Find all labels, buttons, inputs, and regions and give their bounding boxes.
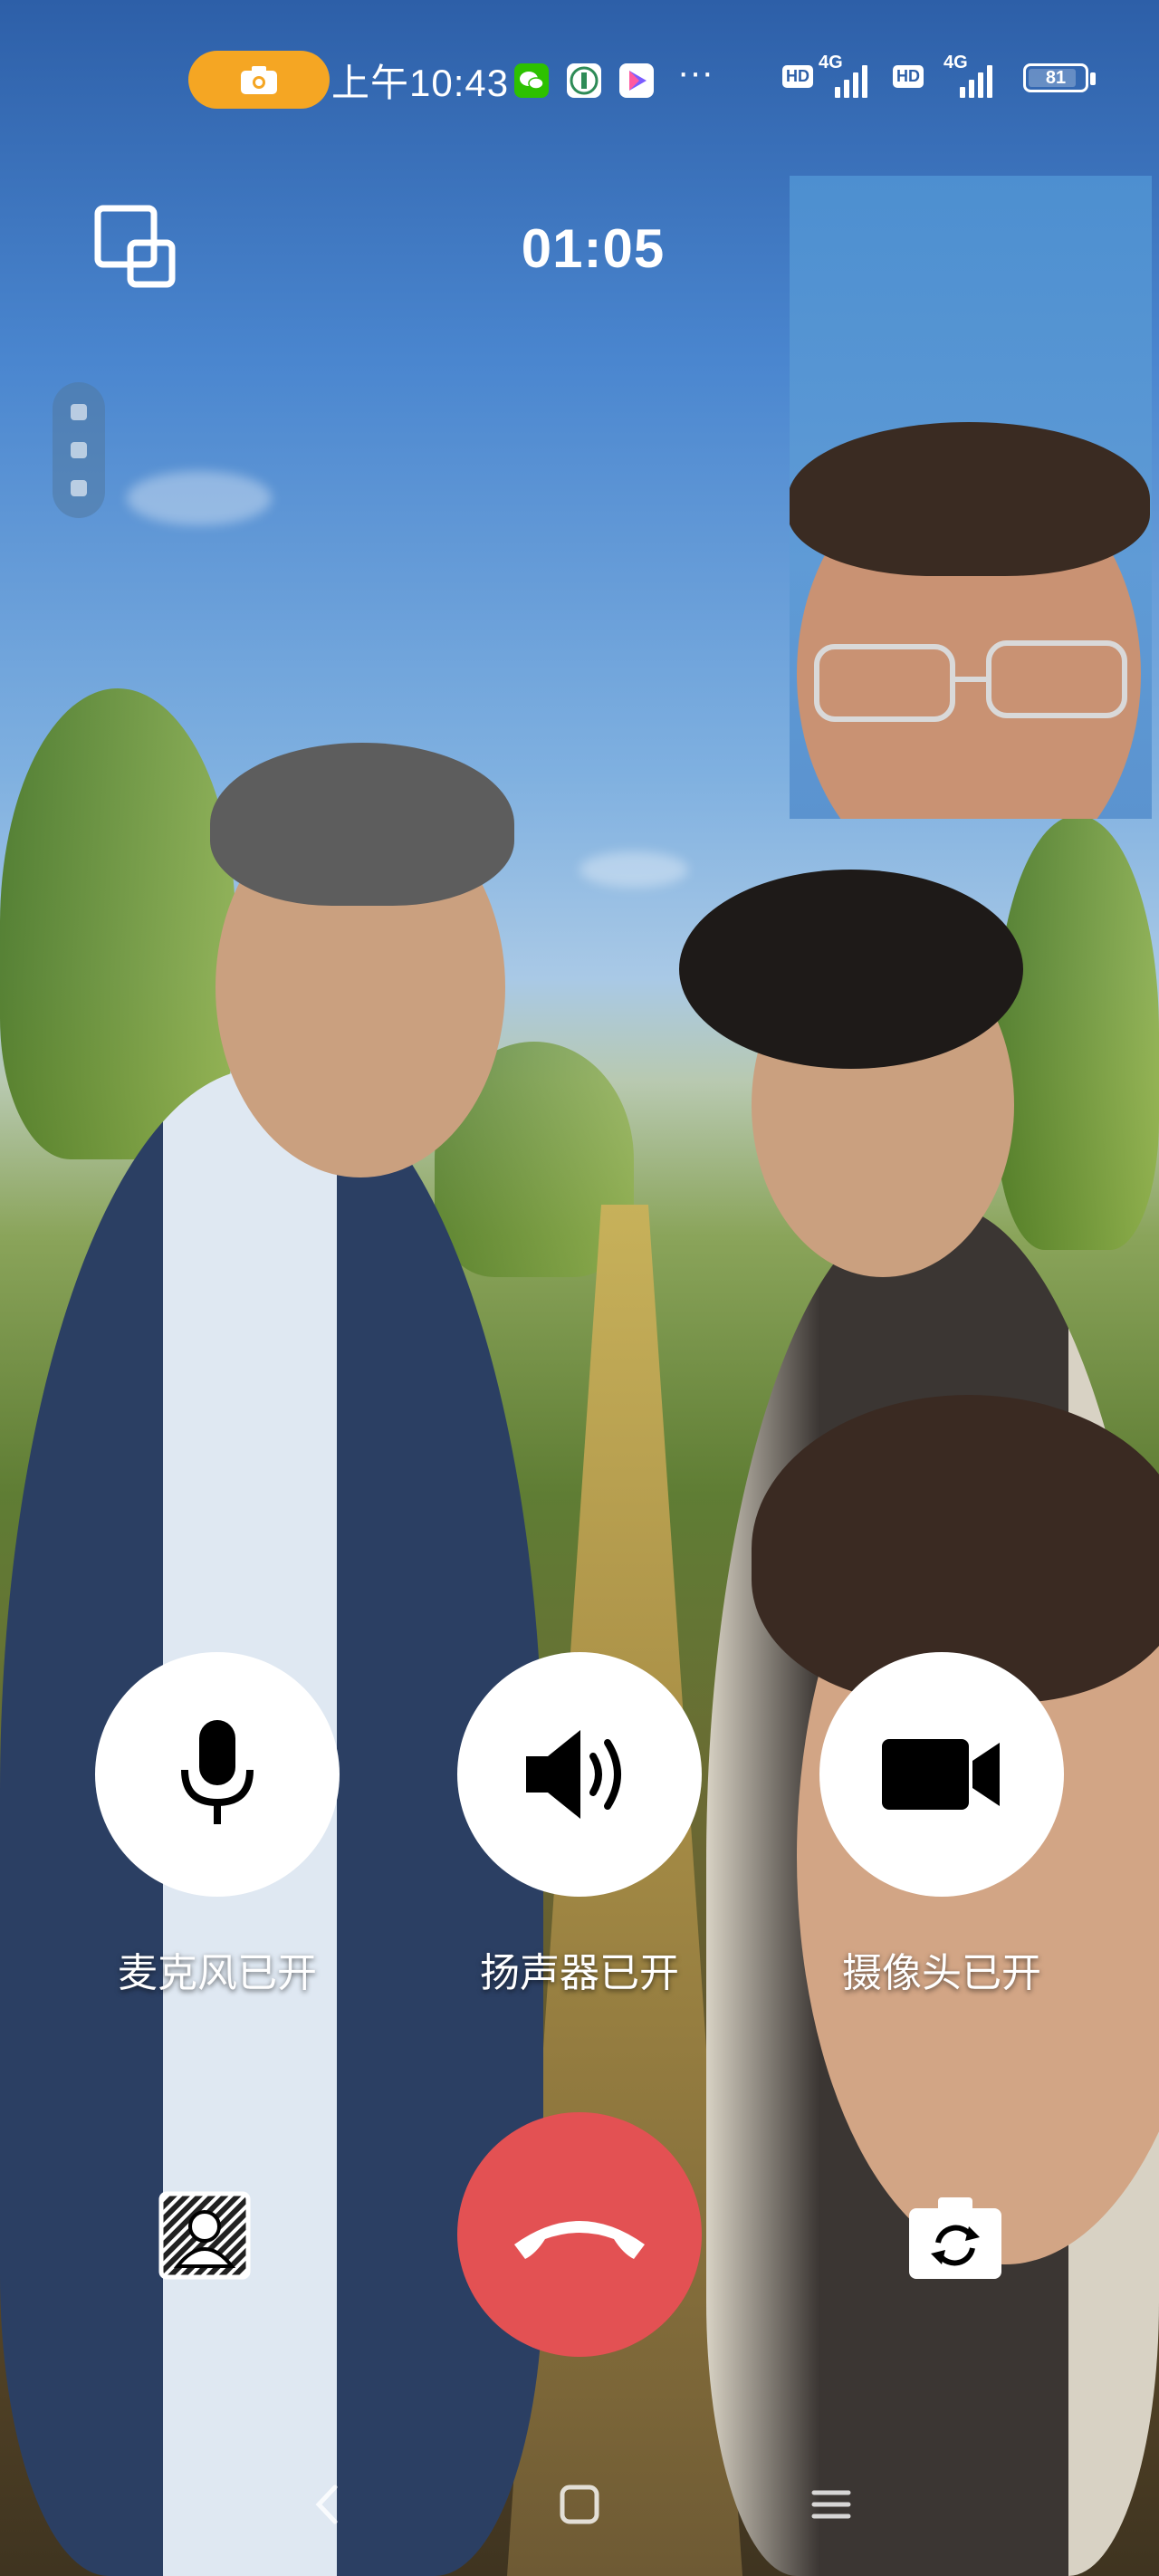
camera-label: 摄像头已开 [842, 1951, 1041, 1995]
self-video-preview[interactable] [790, 176, 1152, 819]
microphone-button[interactable] [95, 1652, 340, 1897]
speaker-icon [526, 1730, 621, 1819]
nav-home-button[interactable] [552, 2477, 607, 2532]
microphone-label: 麦克风已开 [118, 1951, 317, 1995]
switch-window-button[interactable] [91, 201, 181, 292]
more-notifications-indicator: ··· [677, 53, 714, 92]
status-time: 上午10:43 [331, 62, 510, 104]
window-switch-icon [94, 205, 176, 288]
sim2-signal-icon [960, 58, 992, 98]
nav-back-button[interactable] [301, 2477, 355, 2532]
call-duration: 01:05 [521, 218, 666, 279]
battery-tip [1090, 72, 1096, 85]
camera-icon [241, 66, 277, 94]
battery-icon: 81 [1023, 63, 1088, 92]
camera-toggle-button[interactable] [819, 1652, 1064, 1897]
microphone-icon [181, 1720, 254, 1824]
portrait-background-icon [158, 2191, 251, 2280]
glasses-graphic [814, 640, 1127, 722]
play-store-icon [619, 63, 654, 98]
floating-side-toolbar[interactable] [53, 382, 105, 518]
side-toolbar-icon-1 [71, 404, 87, 420]
nav-menu-button[interactable] [804, 2477, 858, 2532]
speaker-label: 扬声器已开 [480, 1951, 679, 1995]
camera-in-use-indicator[interactable] [188, 51, 330, 109]
sim1-signal-icon [835, 58, 867, 98]
menu-icon [811, 2490, 851, 2519]
sim1-hd-badge: HD [782, 65, 813, 88]
flip-camera-button[interactable] [905, 2192, 1005, 2283]
speaker-button[interactable] [457, 1652, 702, 1897]
battery-level: 81 [1045, 67, 1067, 88]
sim2-hd-badge: HD [893, 65, 924, 88]
side-toolbar-icon-3 [71, 480, 87, 496]
status-bar: 上午10:43 ··· HD 4G HD 4G 81 [0, 0, 1159, 154]
home-icon [560, 2485, 599, 2524]
side-toolbar-icon-2 [71, 442, 87, 458]
video-camera-icon [882, 1739, 1000, 1810]
wechat-icon [514, 63, 549, 98]
app-icon [567, 63, 601, 98]
background-effect-button[interactable] [158, 2190, 252, 2281]
flip-camera-icon [909, 2197, 1001, 2279]
phone-hangup-icon [514, 2221, 645, 2259]
video-call-screen: 上午10:43 ··· HD 4G HD 4G 81 01:05 麦克风已开 扬… [0, 0, 1159, 2576]
back-icon [315, 2485, 338, 2524]
hangup-button[interactable] [457, 2112, 702, 2357]
